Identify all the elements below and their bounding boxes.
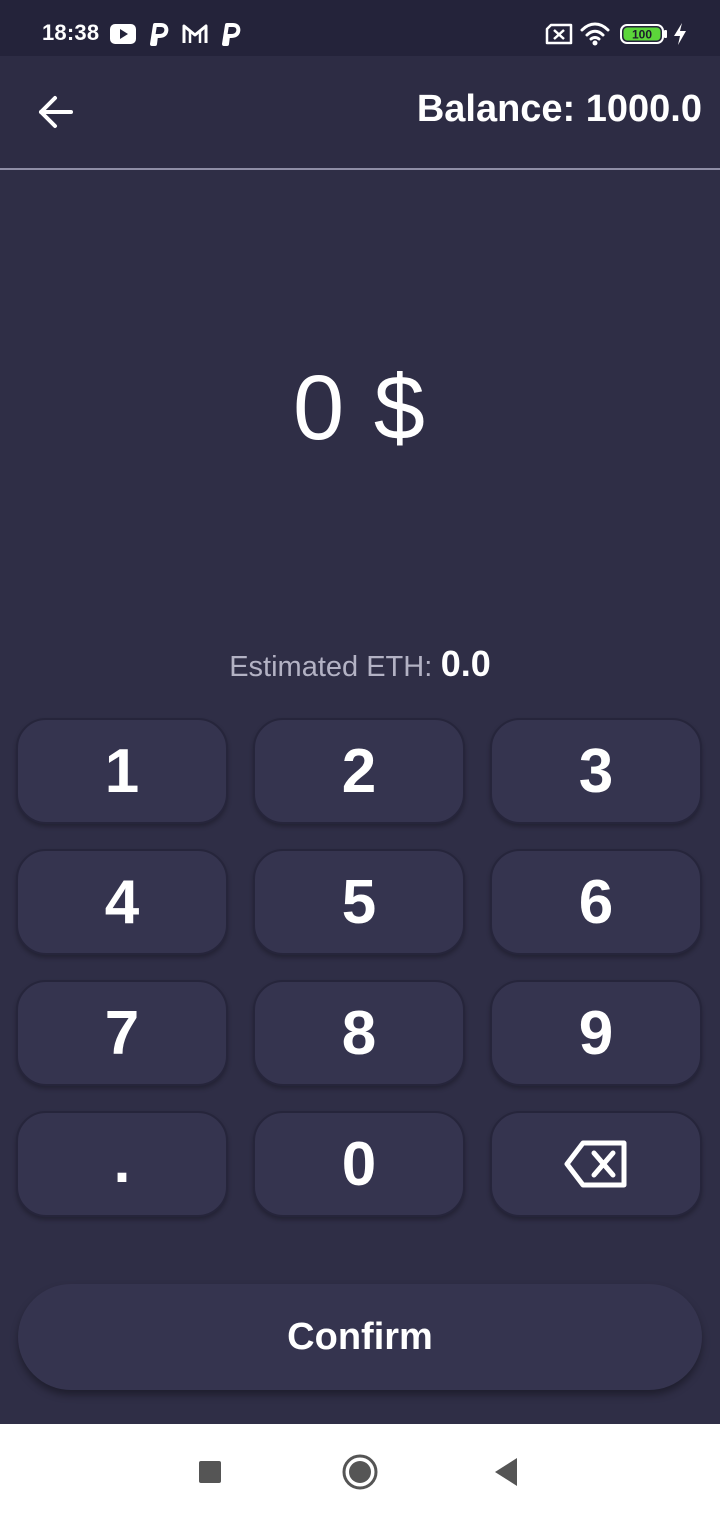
arrow-left-icon [39, 96, 73, 128]
battery-icon: 100 [620, 20, 668, 48]
key-8[interactable]: 8 [253, 980, 465, 1086]
app-bar: Balance: 1000.0 [0, 56, 720, 170]
amount-display: 0 $ [293, 357, 427, 459]
gmail-icon [180, 20, 210, 48]
wifi-icon [580, 20, 610, 48]
key-1[interactable]: 1 [16, 718, 228, 824]
back-triangle-icon[interactable] [484, 1450, 528, 1494]
estimated-eth-label: Estimated ETH: [229, 651, 433, 683]
youtube-icon [110, 20, 136, 48]
p-app-icon [218, 20, 242, 48]
key-decimal[interactable]: . [16, 1111, 228, 1217]
key-7[interactable]: 7 [16, 980, 228, 1086]
backspace-icon [564, 1140, 627, 1188]
estimated-eth-value: 0.0 [440, 643, 491, 684]
keypad: 1 2 3 4 5 6 7 8 9 . 0 [16, 718, 704, 1218]
confirm-button[interactable]: Confirm [18, 1284, 702, 1390]
home-circle-icon[interactable] [338, 1450, 382, 1494]
balance-label: Balance: 1000.0 [416, 88, 702, 130]
p-app-icon [146, 20, 170, 48]
key-backspace[interactable] [490, 1111, 702, 1217]
key-6[interactable]: 6 [490, 849, 702, 955]
status-bar: 18:38 100 [0, 0, 720, 56]
battery-level: 100 [632, 28, 652, 42]
key-9[interactable]: 9 [490, 980, 702, 1086]
charging-icon [670, 20, 690, 48]
back-button[interactable] [26, 82, 86, 142]
recents-square-icon[interactable] [188, 1450, 232, 1494]
key-4[interactable]: 4 [16, 849, 228, 955]
status-time: 18:38 [42, 20, 100, 45]
estimated-eth: Estimated ETH: 0.0 [0, 643, 720, 685]
key-0[interactable]: 0 [253, 1111, 465, 1217]
key-3[interactable]: 3 [490, 718, 702, 824]
key-2[interactable]: 2 [253, 718, 465, 824]
no-sim-icon [544, 20, 574, 48]
key-5[interactable]: 5 [253, 849, 465, 955]
system-nav-bar [0, 1424, 720, 1520]
screen: 18:38 100 Balance: 1000.0 0 $ Estimated … [0, 0, 720, 1520]
